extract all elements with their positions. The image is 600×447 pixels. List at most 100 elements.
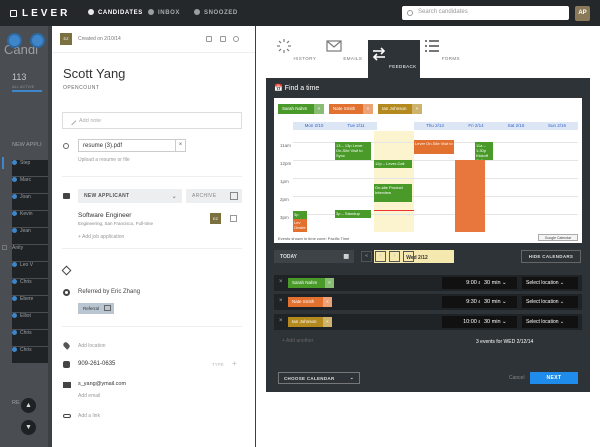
next-day-button[interactable]: › [389,251,400,262]
day-header-today[interactable]: Wed 2/12 [374,250,454,263]
nav-candidates[interactable]: CANDIDATES [88,9,143,16]
add-job-application-link[interactable]: + Add job application [78,234,124,240]
list-item[interactable]: Chris [12,330,48,346]
calendar-event[interactable]: On-site Product Interview [374,184,412,202]
prev-day-button[interactable]: ‹ [375,251,386,262]
scroll-up-button[interactable]: ▲ [21,398,36,413]
location-select[interactable]: Select location ⌄ [522,316,578,328]
email-address[interactable]: s_yang@ymail.com [78,381,126,387]
list-item[interactable]: Marc [12,177,48,193]
owner-avatar[interactable]: EZ [60,33,72,45]
calendar-event[interactable]: 12p – Lever-Call [374,160,412,168]
day-header[interactable]: Tue 2/11 [335,122,377,130]
phone-number[interactable]: 909-261-0635 [78,361,115,367]
tab-emails-label: EMAILS [343,56,363,61]
next-week-button[interactable]: » [403,251,414,262]
list-item[interactable]: Kevin [12,211,48,227]
duration-select[interactable]: 30 min ⌄ [480,316,517,328]
upload-resume-link[interactable]: Upload a resume or file [78,157,130,163]
resume-file[interactable]: resume (3).pdf × [78,139,186,152]
duration-select[interactable]: 30 min ⌄ [480,277,517,289]
tag-icon[interactable] [61,265,72,276]
row-checkbox[interactable] [2,245,7,250]
day-header[interactable]: Mon 2/10 [293,122,335,130]
email-icon[interactable] [206,36,212,42]
print-icon[interactable] [220,36,226,42]
person-chip[interactable]: Ian Johnson × [288,317,332,327]
location-label: Select location [526,299,559,305]
cancel-button[interactable]: Cancel [509,375,525,381]
tab-feedback[interactable]: FEEDBACK [368,40,420,78]
remove-person-icon[interactable]: × [325,278,334,288]
job-title[interactable]: Software Engineer [78,212,131,219]
settings-icon[interactable] [233,36,239,42]
hide-calendars-button[interactable]: HIDE CALENDARS [521,250,581,263]
calendar-event[interactable]: 3p [293,211,307,219]
remove-person-icon[interactable]: × [314,104,324,114]
list-item[interactable]: Leo V [12,262,48,278]
person-chip[interactable]: Sarah Nahm × [288,278,334,288]
prev-week-button[interactable]: « [361,251,372,262]
nav-inbox[interactable]: INBOX [148,9,180,16]
list-item[interactable]: Joan [12,194,48,210]
search-input[interactable]: Search candidates [402,6,569,20]
calendar-event[interactable]: 13 – 13p Lever On-Site Visit to Sync [335,142,371,160]
duration-select[interactable]: 30 min ⌄ [480,296,517,308]
day-header[interactable]: Sat 2/15 [495,122,537,130]
calendar-event[interactable]: Lever On-Site Visit to [414,140,454,154]
calendar-event[interactable]: 3p – Standup [335,210,371,218]
add-email-link[interactable]: Add email [78,393,100,399]
location-select[interactable]: Select location ⌄ [522,277,578,289]
job-archive-icon[interactable] [230,215,237,222]
remove-row-icon[interactable]: × [279,279,283,285]
list-item[interactable]: Step [12,160,48,176]
choose-calendar-select[interactable]: CHOOSE CALENDAR ⌄ [278,372,360,384]
add-location-link[interactable]: Add location [78,343,106,349]
remove-person-icon[interactable]: × [323,297,332,307]
next-button[interactable]: NEXT [530,372,578,384]
person-chip[interactable]: Nate Smith × [329,104,373,114]
job-owner-avatar[interactable]: EZ [210,213,221,224]
person-chip[interactable]: Nate Smith × [288,297,332,307]
tab-history[interactable]: HISTORY [270,38,322,61]
calendar-event[interactable]: Lev Onsite [293,219,307,232]
add-note-input[interactable]: Add note [62,112,242,129]
add-phone-button[interactable]: + [232,359,237,368]
list-item[interactable]: Anity [12,245,48,261]
location-select[interactable]: Select location ⌄ [522,296,578,308]
remove-person-icon[interactable]: × [412,104,422,114]
day-header[interactable]: Thu 2/13 [414,122,456,130]
tab-forms[interactable]: FORMS [416,38,468,61]
calendar-event-block[interactable] [455,160,485,232]
avatar[interactable]: AP [575,6,590,21]
person-chip[interactable]: Ian Johnson × [378,104,422,114]
list-item[interactable]: Elliot [12,313,48,329]
list-item[interactable]: Ebere [12,296,48,312]
list-item[interactable]: Jean [12,228,48,244]
archive-button[interactable]: ARCHIVE [186,189,242,203]
list-item[interactable]: Chris [12,347,48,363]
phone-type-select[interactable]: TYPE [212,362,224,367]
today-button[interactable]: TODAY ▦ [274,250,354,263]
day-header[interactable]: Sun 2/16 [536,122,578,130]
next-candidate-button[interactable] [30,33,45,48]
day-header[interactable]: Fri 2/14 [455,122,497,130]
remove-person-icon[interactable]: × [323,317,332,327]
google-calendar-badge[interactable]: Google Calendar [538,234,578,241]
nav-snoozed[interactable]: SNOOZED [194,9,238,16]
remove-file-button[interactable]: × [175,139,186,152]
person-chip[interactable]: Sarah Nahm × [278,104,324,114]
remove-row-icon[interactable]: × [279,298,283,304]
lever-logo[interactable]: LEVER [10,8,70,19]
tab-emails[interactable]: EMAILS [318,38,370,61]
remove-row-icon[interactable]: × [279,318,283,324]
stage-select[interactable]: NEW APPLICANT ⌄ [78,189,182,203]
add-link-link[interactable]: Add a link [78,413,100,419]
prev-candidate-button[interactable] [7,33,22,48]
scroll-down-button[interactable]: ▼ [21,420,36,435]
list-item[interactable]: Chris [12,279,48,295]
referral-button[interactable]: Referral [78,303,114,314]
add-another-link[interactable]: + Add another [282,338,313,344]
calendar-event[interactable]: 11a – 1:30p Kickoff Call [475,142,493,163]
remove-person-icon[interactable]: × [363,104,373,114]
